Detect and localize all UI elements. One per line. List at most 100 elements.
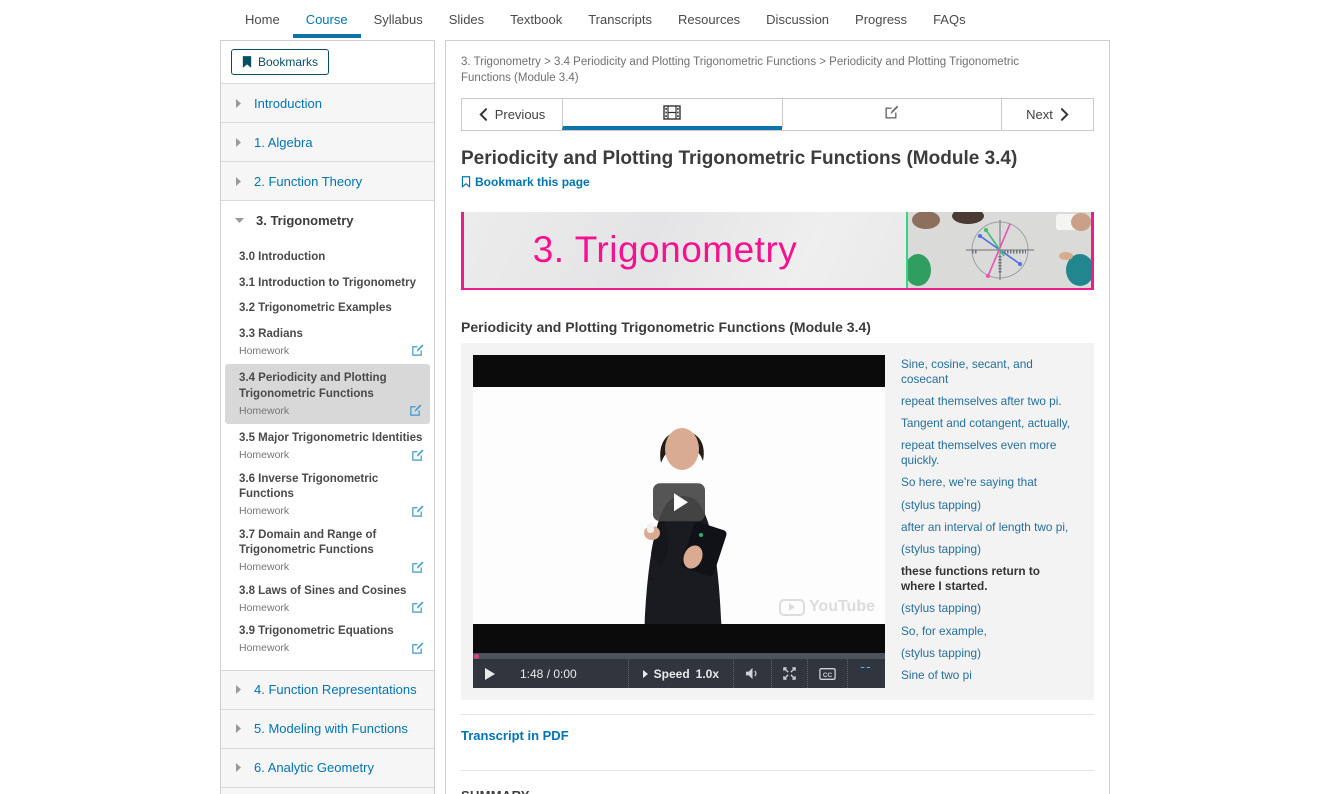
nav-resources[interactable]: Resources bbox=[665, 0, 753, 38]
nav-progress[interactable]: Progress bbox=[842, 0, 920, 38]
course-top-nav: Home Course Syllabus Slides Textbook Tra… bbox=[232, 0, 979, 38]
nav-transcripts[interactable]: Transcripts bbox=[575, 0, 665, 38]
edit-homework-icon[interactable] bbox=[411, 601, 424, 614]
transcript-line[interactable]: So, for example, bbox=[901, 624, 1076, 639]
nav-faqs[interactable]: FAQs bbox=[920, 0, 979, 38]
edit-homework-icon[interactable] bbox=[411, 561, 424, 574]
edit-homework-icon[interactable] bbox=[411, 449, 424, 462]
nav-course[interactable]: Course bbox=[292, 0, 361, 38]
previous-label: Previous bbox=[494, 107, 546, 123]
speed-control[interactable]: Speed 1.0x bbox=[629, 667, 733, 681]
chevron-right-icon bbox=[1060, 108, 1069, 121]
speed-value: 1.0x bbox=[695, 666, 720, 681]
play-overlay-button[interactable] bbox=[653, 482, 705, 521]
bookmarks-row: Bookmarks bbox=[221, 41, 434, 83]
transcript-line[interactable]: Sine, cosine, secant, and cosecant bbox=[901, 357, 1076, 386]
transcript-line[interactable]: Sine of two pi bbox=[901, 668, 1076, 683]
subsection-3-6[interactable]: 3.6 Inverse Trigonometric Functions Home… bbox=[221, 467, 434, 523]
subsection-label: 3.6 Inverse Trigonometric Functions bbox=[239, 472, 379, 501]
transcript-toggle-button[interactable]: “ bbox=[848, 659, 885, 688]
bookmark-link-label: Bookmark this page bbox=[475, 175, 590, 190]
subsection-3-5[interactable]: 3.5 Major Trigonometric Identities Homew… bbox=[221, 426, 434, 467]
nav-home[interactable]: Home bbox=[232, 0, 293, 38]
sidebar-section-trigonometry[interactable]: 3. Trigonometry bbox=[221, 200, 434, 239]
divider bbox=[461, 770, 1094, 772]
subsection-label: 3.3 Radians bbox=[239, 327, 303, 340]
volume-button[interactable] bbox=[734, 659, 771, 688]
speed-label: Speed bbox=[653, 666, 690, 681]
transcript-line[interactable]: repeat themselves even more quickly. bbox=[901, 438, 1076, 467]
youtube-watermark[interactable]: YouTube bbox=[778, 598, 875, 616]
subsection-3-0[interactable]: 3.0 Introduction bbox=[221, 245, 434, 271]
fullscreen-button[interactable] bbox=[772, 659, 807, 688]
quote-icon: “ bbox=[859, 667, 874, 681]
time-display: 1:48 / 0:00 bbox=[520, 666, 577, 681]
sidebar-section-sample-clep[interactable]: Sample CLEP Questions bbox=[221, 786, 434, 794]
subsection-3-7[interactable]: 3.7 Domain and Range of Trigonometric Fu… bbox=[221, 523, 434, 579]
bookmarks-button[interactable]: Bookmarks bbox=[231, 49, 330, 75]
edit-homework-icon[interactable] bbox=[409, 404, 422, 417]
transcript-line[interactable]: (stylus tapping) bbox=[901, 542, 1076, 557]
subsection-3-9[interactable]: 3.9 Trigonometric Equations Homework bbox=[221, 619, 434, 660]
play-button[interactable] bbox=[473, 659, 506, 688]
transcript-line[interactable]: repeat themselves after two pi. bbox=[901, 394, 1076, 409]
transcript-line[interactable]: after an interval of length two pi, bbox=[901, 520, 1076, 535]
summary-heading: SUMMARY bbox=[461, 788, 1094, 794]
subsection-3-8[interactable]: 3.8 Laws of Sines and Cosines Homework bbox=[221, 579, 434, 620]
sidebar-section-function-theory[interactable]: 2. Function Theory bbox=[221, 161, 434, 200]
course-content-pane: 3. Trigonometry > 3.4 Periodicity and Pl… bbox=[445, 40, 1110, 794]
nav-slides[interactable]: Slides bbox=[436, 0, 497, 38]
homework-label: Homework bbox=[239, 642, 290, 655]
banner-title: 3. Trigonometry bbox=[532, 229, 798, 271]
sidebar-section-modeling[interactable]: 5. Modeling with Functions bbox=[221, 708, 434, 748]
edit-homework-icon[interactable] bbox=[411, 344, 424, 357]
edit-homework-icon[interactable] bbox=[411, 642, 424, 655]
transcript-line[interactable]: (stylus tapping) bbox=[901, 498, 1076, 513]
chevron-right-icon bbox=[235, 98, 242, 108]
transcript-pdf-link[interactable]: Transcript in PDF bbox=[461, 728, 569, 743]
subsection-3-2[interactable]: 3.2 Trigonometric Examples bbox=[221, 296, 434, 322]
subsection-label: 3.9 Trigonometric Equations bbox=[239, 625, 394, 638]
subsection-label: 3.8 Laws of Sines and Cosines bbox=[239, 584, 407, 597]
bookmark-this-page-link[interactable]: Bookmark this page bbox=[461, 175, 590, 189]
transcript-line[interactable]: (stylus tapping) bbox=[901, 601, 1076, 616]
transcript-line-active[interactable]: these functions return to where I starte… bbox=[901, 564, 1076, 593]
sidebar-section-algebra[interactable]: 1. Algebra bbox=[221, 122, 434, 161]
transcript-line[interactable]: Tangent and cotangent, actually, bbox=[901, 416, 1076, 431]
video-progress-bar[interactable] bbox=[473, 653, 885, 660]
tab-homework-unit[interactable] bbox=[781, 99, 1002, 131]
youtube-play-icon bbox=[778, 598, 805, 616]
subsection-3-1[interactable]: 3.1 Introduction to Trigonometry bbox=[221, 271, 434, 297]
sidebar-section-analytic-geometry[interactable]: 6. Analytic Geometry bbox=[221, 747, 434, 787]
transcript-line[interactable]: So here, we're saying that bbox=[901, 475, 1076, 490]
chevron-down-icon bbox=[235, 217, 244, 224]
playhead-dot[interactable] bbox=[474, 654, 479, 660]
nav-syllabus[interactable]: Syllabus bbox=[361, 0, 436, 38]
video-transcript-panel[interactable]: Sine, cosine, secant, and cosecant repea… bbox=[897, 355, 1082, 688]
unit-navigation: Previous Next bbox=[461, 98, 1094, 132]
chevron-right-icon bbox=[235, 176, 242, 186]
sidebar-section-label: 4. Function Representations bbox=[254, 682, 417, 698]
subsection-label: 3.2 Trigonometric Examples bbox=[239, 302, 392, 315]
nav-discussion[interactable]: Discussion bbox=[753, 0, 842, 38]
video-frame: YouTube bbox=[473, 387, 885, 625]
tab-video-unit[interactable] bbox=[562, 99, 782, 131]
sidebar-section-label: 5. Modeling with Functions bbox=[254, 721, 408, 737]
sidebar-section-introduction[interactable]: Introduction bbox=[221, 83, 434, 122]
bookmark-filled-icon bbox=[242, 56, 252, 68]
subsection-3-3[interactable]: 3.3 Radians Homework bbox=[221, 322, 434, 363]
video-player: YouTube 1:48 / 0:00 Speed 1.0x CC bbox=[473, 355, 885, 689]
video-letterbox-top bbox=[473, 355, 885, 388]
sidebar-section-function-representations[interactable]: 4. Function Representations bbox=[221, 669, 434, 709]
next-button[interactable]: Next bbox=[1001, 99, 1093, 131]
bookmarks-button-label: Bookmarks bbox=[258, 55, 319, 69]
subsection-3-4-selected[interactable]: 3.4 Periodicity and Plotting Trigonometr… bbox=[225, 364, 430, 425]
previous-button[interactable]: Previous bbox=[462, 99, 562, 131]
subsection-label: 3.7 Domain and Range of Trigonometric Fu… bbox=[239, 528, 377, 557]
nav-textbook[interactable]: Textbook bbox=[497, 0, 575, 38]
edit-homework-icon[interactable] bbox=[411, 505, 424, 518]
closed-captions-button[interactable]: CC bbox=[808, 659, 847, 688]
homework-label: Homework bbox=[239, 449, 290, 462]
breadcrumb: 3. Trigonometry > 3.4 Periodicity and Pl… bbox=[461, 56, 1020, 84]
transcript-line[interactable]: (stylus tapping) bbox=[901, 646, 1076, 661]
